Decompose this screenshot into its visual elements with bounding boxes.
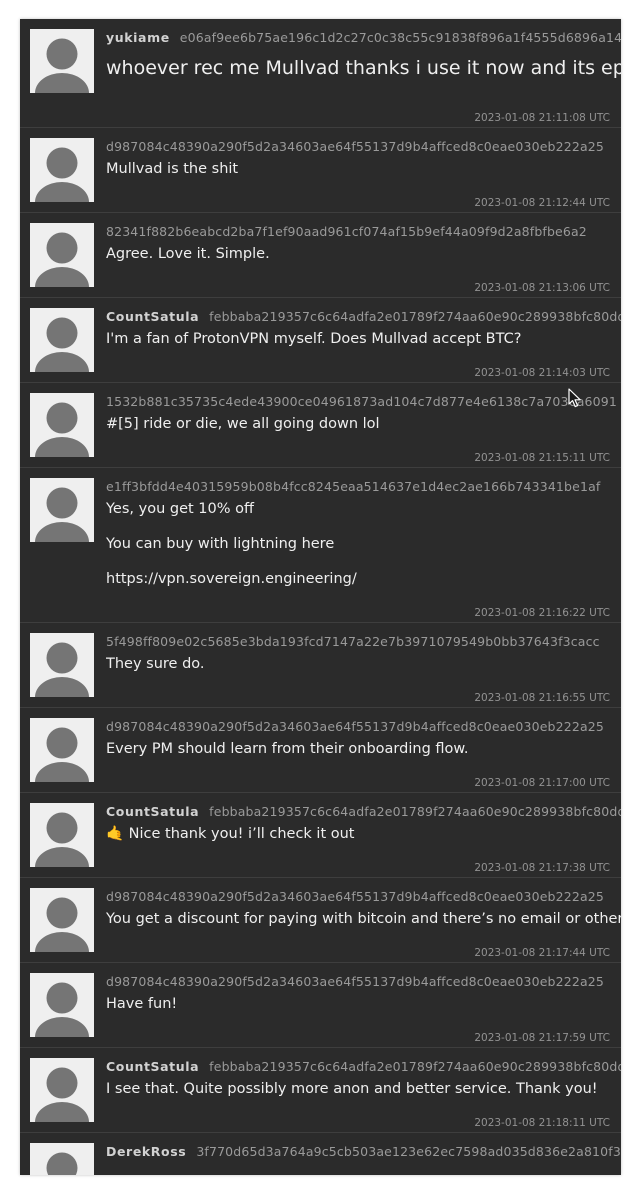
message-text-line: You get a discount for paying with bitco… — [106, 911, 621, 927]
feed-message: yukiame e06af9ee6b75ae196c1d2c27c0c38c55c… — [20, 19, 621, 128]
message-header: yukiame e06af9ee6b75ae196c1d2c27c0c38c55c… — [106, 30, 621, 46]
author-name[interactable]: DerekRoss — [106, 1144, 186, 1159]
avatar-icon[interactable] — [30, 1058, 94, 1122]
mouse-pointer-icon — [568, 388, 581, 408]
author-pubkey[interactable]: 3f770d65d3a764a9c5cb503ae123e62ec7598ad0… — [196, 1144, 621, 1159]
message-content: #[5] ride or die, we all going down lol — [106, 407, 621, 442]
message-feed[interactable]: yukiame e06af9ee6b75ae196c1d2c27c0c38c55c… — [20, 19, 621, 1175]
author-name[interactable]: yukiame — [106, 30, 170, 45]
avatar-icon[interactable] — [30, 478, 94, 542]
message-content: Yes, you get 10% off You can buy with lig… — [106, 492, 621, 597]
avatar-icon[interactable] — [30, 393, 94, 457]
message-text-line: I see that. Quite possibly more anon and… — [106, 1081, 598, 1097]
feed-message: d987084c48390a290f5d2a34603ae64f55137d9b… — [20, 878, 621, 963]
feed-message: 82341f882b6eabcd2ba7f1ef90aad961cf074af1… — [20, 213, 621, 298]
message-text-line: Agree. Love it. Simple. — [106, 246, 270, 262]
avatar-icon[interactable] — [30, 223, 94, 287]
message-timestamp: 2023-01-08 21:18:11 UTC — [474, 1117, 610, 1129]
message-text-line: #[5] ride or die, we all going down lol — [106, 416, 380, 432]
message-content: They sure do. — [106, 647, 621, 682]
feed-message: d987084c48390a290f5d2a34603ae64f55137d9b… — [20, 128, 621, 213]
message-content: Mullvad is the shit — [106, 152, 621, 187]
message-content: You get a discount for paying with bitco… — [106, 902, 621, 937]
message-timestamp: 2023-01-08 21:13:06 UTC — [474, 282, 610, 294]
message-timestamp: 2023-01-08 21:15:11 UTC — [474, 452, 610, 464]
message-text-line: Every PM should learn from their onboard… — [106, 741, 469, 757]
author-pubkey[interactable]: e06af9ee6b75ae196c1d2c27c0c38c55c91838f8… — [180, 30, 621, 45]
message-timestamp: 2023-01-08 21:17:44 UTC — [474, 947, 610, 959]
message-text-line: You can buy with lightning here — [106, 536, 335, 552]
message-header: DerekRoss 3f770d65d3a764a9c5cb503ae123e62… — [106, 1144, 621, 1160]
message-text-line: 🤙 Nice thank you! i’ll check it out — [106, 826, 355, 842]
message-text-line: Yes, you get 10% off — [106, 501, 254, 517]
feed-message: e1ff3bfdd4e40315959b08b4fcc8245eaa514637… — [20, 468, 621, 623]
message-content: I see that. Quite possibly more anon and… — [106, 1072, 621, 1107]
message-content: 🤙 Nice thank you! i’ll check it out — [106, 817, 621, 852]
avatar-icon[interactable] — [30, 973, 94, 1037]
feed-message: 5f498ff809e02c5685e3bda193fcd7147a22e7b3… — [20, 623, 621, 708]
message-timestamp: 2023-01-08 21:17:00 UTC — [474, 777, 610, 789]
avatar-icon[interactable] — [30, 888, 94, 952]
message-text-line: Mullvad is the shit — [106, 161, 239, 177]
message-content: Every PM should learn from their onboard… — [106, 732, 621, 767]
avatar-icon[interactable] — [30, 633, 94, 697]
feed-message: CountSatula febbaba219357c6c64adfa2e01789… — [20, 793, 621, 878]
feed-message: CountSatula febbaba219357c6c64adfa2e01789… — [20, 298, 621, 383]
feed-message: d987084c48390a290f5d2a34603ae64f55137d9b… — [20, 708, 621, 793]
feed-window: yukiame e06af9ee6b75ae196c1d2c27c0c38c55c… — [20, 19, 621, 1175]
feed-message: d987084c48390a290f5d2a34603ae64f55137d9b… — [20, 963, 621, 1048]
message-text-line: I'm a fan of ProtonVPN myself. Does Mull… — [106, 331, 522, 347]
message-content: I'm a fan of ProtonVPN myself. Does Mull… — [106, 322, 621, 357]
message-timestamp: 2023-01-08 21:16:22 UTC — [474, 607, 610, 619]
message-timestamp: 2023-01-08 21:17:38 UTC — [474, 862, 610, 874]
message-timestamp: 2023-01-08 21:12:44 UTC — [474, 197, 610, 209]
message-text-line: https://vpn.sovereign.engineering/ — [106, 571, 357, 587]
message-timestamp: 2023-01-08 21:17:59 UTC — [474, 1032, 610, 1044]
avatar-icon[interactable] — [30, 803, 94, 867]
message-content: whoever rec me Mullvad thanks i use it n… — [106, 48, 621, 88]
avatar-icon[interactable] — [30, 718, 94, 782]
avatar-icon[interactable] — [30, 29, 94, 93]
avatar-icon[interactable] — [30, 1143, 94, 1175]
feed-message: DerekRoss 3f770d65d3a764a9c5cb503ae123e62… — [20, 1133, 621, 1175]
feed-message: 1532b881c35735c4ede43900ce04961873ad104c… — [20, 383, 621, 468]
message-content: Agree. Love it. Simple. — [106, 237, 621, 272]
message-timestamp: 2023-01-08 21:16:55 UTC — [474, 692, 610, 704]
message-timestamp: 2023-01-08 21:14:03 UTC — [474, 367, 610, 379]
message-text-line: They sure do. — [106, 656, 205, 672]
message-text-line: Have fun! — [106, 996, 178, 1012]
message-text-line: whoever rec me Mullvad thanks i use it n… — [106, 57, 621, 79]
avatar-icon[interactable] — [30, 138, 94, 202]
message-content: Have fun! — [106, 987, 621, 1022]
avatar-icon[interactable] — [30, 308, 94, 372]
message-timestamp: 2023-01-08 21:11:08 UTC — [474, 112, 610, 124]
feed-message: CountSatula febbaba219357c6c64adfa2e01789… — [20, 1048, 621, 1133]
